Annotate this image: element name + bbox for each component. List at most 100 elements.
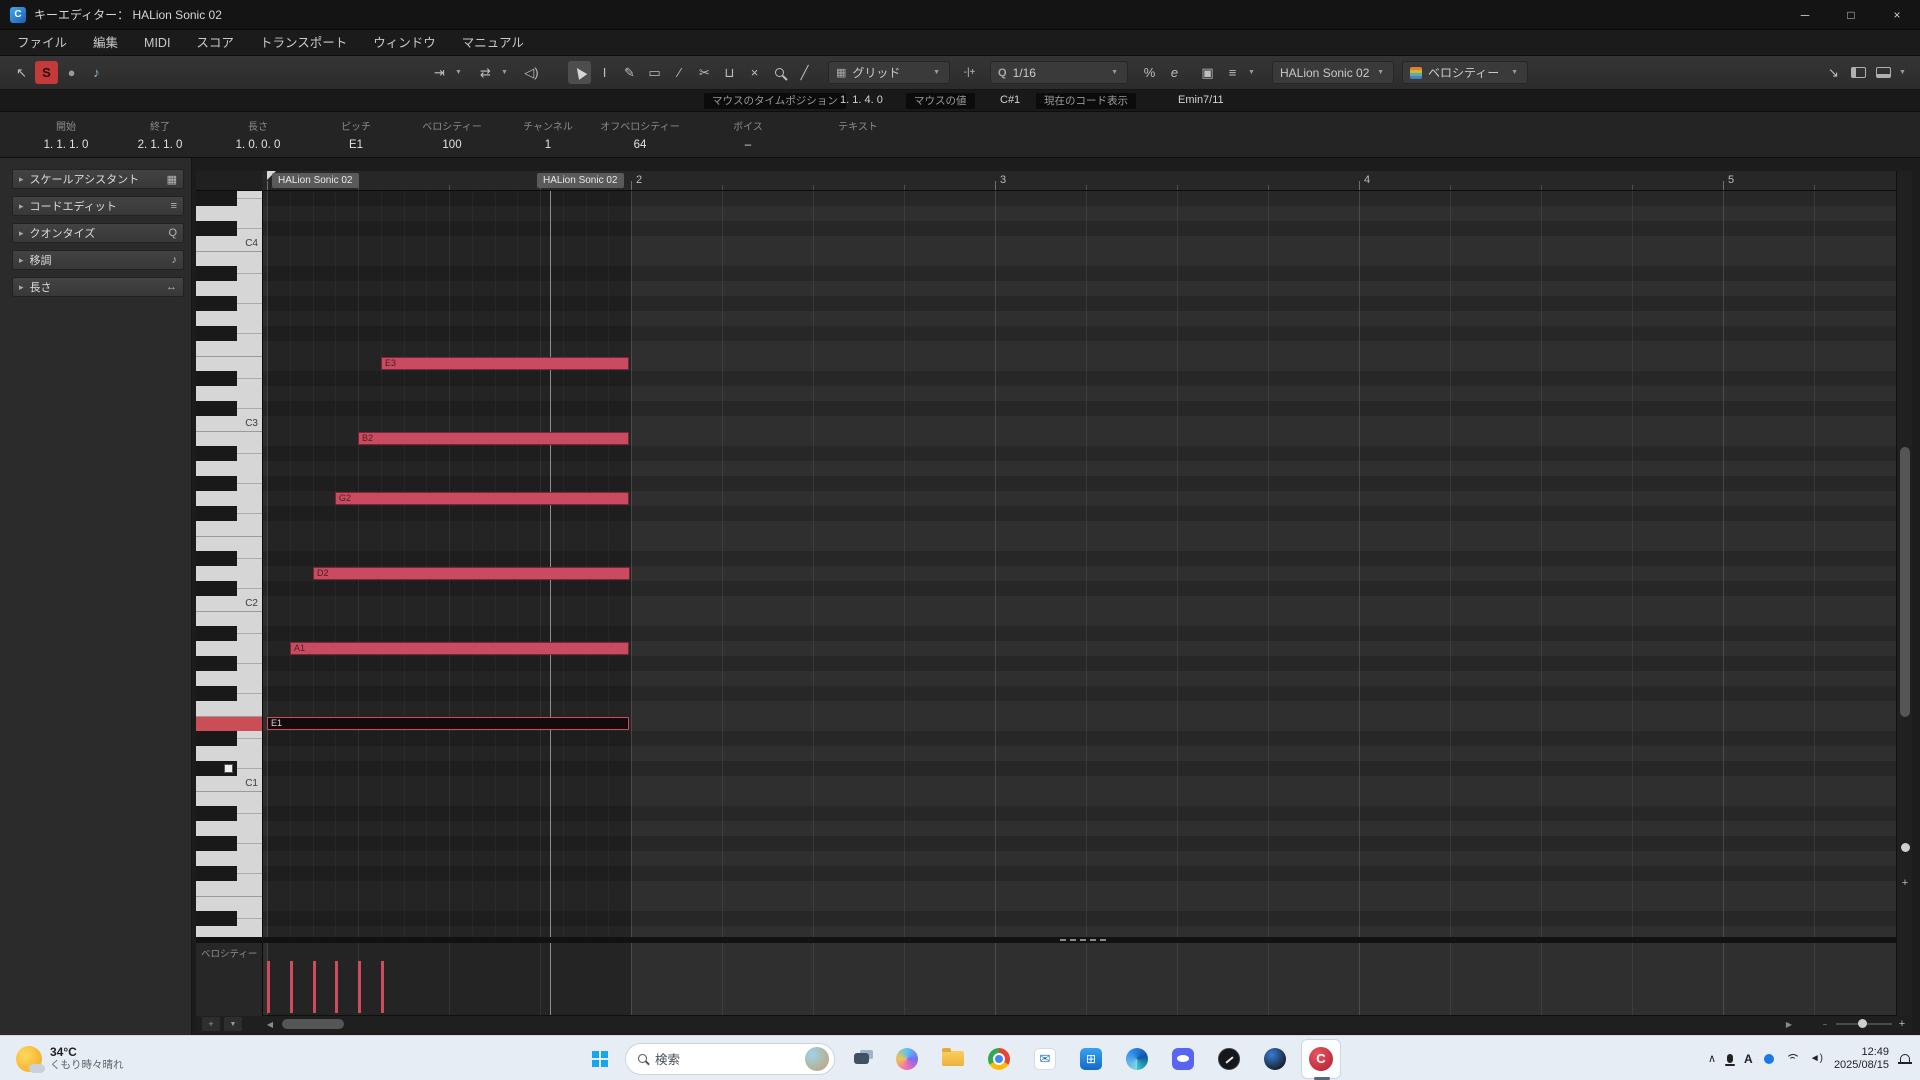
sidebar-panel[interactable]: ▸ コードエディット ≡ [12, 196, 184, 216]
trim-tool[interactable]: ∕ [668, 61, 691, 84]
menu-item[interactable]: ウィンドウ [360, 30, 449, 56]
minimize-button[interactable]: ─ [1782, 0, 1828, 29]
scroll-right-arrow[interactable]: ▶ [1782, 1019, 1796, 1029]
expand-arrow-icon[interactable]: ▸ [19, 228, 24, 239]
mic-icon[interactable] [1725, 1054, 1736, 1066]
black-key[interactable] [196, 266, 237, 281]
add-lane-button[interactable]: + [202, 1017, 220, 1031]
record-in-editor-button[interactable]: ● [60, 61, 83, 84]
lower-zone-toggle[interactable] [1872, 61, 1895, 84]
timeline-ruler[interactable]: 2 3 4 5 HALion Sonic 02 HALion Sonic 02 [263, 171, 1896, 191]
cubase-taskbar-button[interactable]: C [1301, 1038, 1341, 1080]
expand-arrow-icon[interactable]: ▸ [19, 255, 24, 266]
sidebar-panel[interactable]: ▸ スケールアシスタント ▦ [12, 169, 184, 189]
infoline-field[interactable]: チャンネル 1 [500, 118, 596, 151]
midi-note[interactable]: B2 [358, 432, 629, 445]
autoscroll-caret-icon[interactable]: ▼ [455, 69, 462, 76]
menu-item[interactable]: マニュアル [449, 30, 537, 56]
midi-note[interactable]: E3 [381, 357, 629, 370]
black-key[interactable] [196, 371, 237, 386]
hzoom-in-button[interactable]: + [1894, 1017, 1910, 1031]
velocity-stem[interactable] [381, 961, 384, 1013]
taskbar-clock[interactable]: 12:49 2025/08/15 [1834, 1046, 1889, 1072]
file-explorer-button[interactable] [933, 1039, 973, 1079]
black-key[interactable] [196, 401, 237, 416]
weather-widget[interactable]: 34°C くもり時々晴れ [8, 1036, 132, 1080]
infoline-field[interactable]: オフベロシティー 64 [592, 118, 688, 151]
line-tool[interactable]: ╱ [793, 61, 816, 84]
copilot-button[interactable] [887, 1039, 927, 1079]
sidebar-panel[interactable]: ▸ 移調 ♪ [12, 250, 184, 270]
black-key[interactable] [196, 446, 237, 461]
task-view-button[interactable] [841, 1039, 881, 1079]
black-key[interactable] [196, 476, 237, 491]
part-options-caret-icon[interactable]: ▼ [1248, 69, 1255, 76]
quantize-panel-button[interactable]: e [1163, 61, 1186, 84]
velocity-stem[interactable] [313, 961, 316, 1013]
part-name-tag[interactable]: HALion Sonic 02 [272, 173, 359, 188]
expand-arrow-icon[interactable]: ▸ [19, 174, 24, 185]
notification-bell-icon[interactable] [1898, 1053, 1912, 1064]
infoline-field[interactable]: ボイス – [700, 118, 796, 151]
discord-button[interactable] [1163, 1039, 1203, 1079]
midi-note[interactable]: D2 [313, 567, 630, 580]
vertical-scrollbar[interactable]: + [1896, 171, 1912, 1016]
hzoom-out-icon[interactable]: − [1818, 1019, 1832, 1029]
ime-indicator[interactable]: A [1744, 1052, 1753, 1066]
left-zone-toggle[interactable] [1847, 61, 1870, 84]
black-key[interactable] [196, 866, 237, 881]
black-key[interactable] [196, 806, 237, 821]
draw-tool[interactable]: ✎ [618, 61, 641, 84]
dark-app-button[interactable] [1209, 1039, 1249, 1079]
menu-item[interactable]: トランスポート [247, 30, 360, 56]
zoom-tool[interactable] [768, 61, 791, 84]
piano-keyboard[interactable]: C4 C3 C2 C1 [196, 191, 263, 937]
infoline-field[interactable]: 終了 2. 1. 1. 0 [112, 118, 208, 151]
infoline-field[interactable]: ベロシティー 100 [404, 118, 500, 151]
infoline-field[interactable]: 長さ 1. 0. 0. 0 [210, 118, 306, 151]
pin-icon[interactable]: ↖ [10, 61, 33, 84]
window-zones-icon[interactable]: ↘ [1822, 61, 1845, 84]
part-editing-mode-button[interactable]: ▣ [1196, 61, 1219, 84]
hzoom-slider-thumb[interactable] [1858, 1019, 1867, 1028]
range-selection-tool[interactable]: I [593, 61, 616, 84]
steam-button[interactable] [1255, 1039, 1295, 1079]
black-key[interactable] [196, 581, 237, 596]
velocity-grid[interactable] [263, 943, 1896, 1016]
lane-resize-handle[interactable] [1060, 939, 1106, 941]
midi-note[interactable]: G2 [335, 492, 629, 505]
note-grid[interactable]: E3 B2 G2 D2 A1 E1 [263, 191, 1896, 937]
black-key[interactable] [196, 626, 237, 641]
scroll-left-arrow[interactable]: ◀ [263, 1019, 277, 1029]
autoscroll-button[interactable]: ⇥ [428, 61, 451, 84]
setup-caret-icon[interactable]: ▼ [1899, 69, 1906, 76]
speaker-icon[interactable]: ◁) [520, 61, 543, 84]
select-settings-caret-icon[interactable]: ▼ [501, 69, 508, 76]
status-dot-icon[interactable] [1763, 1053, 1774, 1064]
object-selection-tool[interactable] [568, 61, 591, 84]
menu-item[interactable]: ファイル [4, 30, 80, 56]
midi-note[interactable]: A1 [290, 642, 629, 655]
expand-arrow-icon[interactable]: ▸ [19, 282, 24, 293]
glue-tool[interactable]: ⊔ [718, 61, 741, 84]
velocity-stem[interactable] [358, 961, 361, 1013]
midi-note[interactable]: E1 [267, 717, 629, 730]
black-key[interactable] [196, 191, 237, 206]
solo-editor-button[interactable]: S [35, 61, 58, 84]
active-part-select[interactable]: HALion Sonic 02 ▼ [1272, 61, 1394, 84]
infoline-field[interactable]: ピッチ E1 [308, 118, 404, 151]
part-name-tag[interactable]: HALion Sonic 02 [537, 173, 624, 188]
edge-button[interactable] [1117, 1039, 1157, 1079]
velocity-stem[interactable] [335, 961, 338, 1013]
vertical-scroll-thumb[interactable] [1900, 447, 1910, 717]
menu-item[interactable]: スコア [183, 30, 247, 56]
velocity-stem[interactable] [290, 961, 293, 1013]
black-key[interactable] [196, 836, 237, 851]
tray-overflow-chevron-icon[interactable]: ∧ [1708, 1052, 1716, 1065]
volume-icon[interactable]: ◄) [1810, 1053, 1823, 1064]
nudge-settings-button[interactable]: -|+ [958, 61, 981, 84]
grid-type-select[interactable]: ▦ グリッド ▼ [828, 61, 950, 84]
store-button[interactable]: ⊞ [1071, 1039, 1111, 1079]
infoline-field[interactable]: テキスト [810, 118, 906, 139]
erase-tool[interactable]: ▭ [643, 61, 666, 84]
